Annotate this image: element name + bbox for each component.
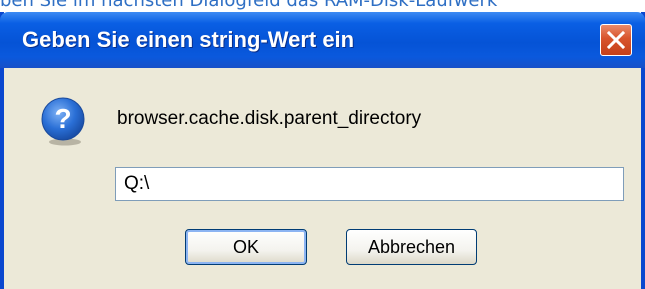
dialog-title: Geben Sie einen string-Wert ein (22, 27, 355, 52)
question-icon: ? (38, 95, 90, 147)
close-button[interactable] (600, 24, 632, 56)
title-bar[interactable]: Geben Sie einen string-Wert ein (0, 12, 645, 68)
dialog-body: ? browser.cache.disk.parent_directory Q:… (4, 68, 641, 289)
string-value-input[interactable]: Q:\ (115, 167, 624, 201)
ok-button[interactable]: OK (185, 229, 307, 265)
close-icon (607, 31, 625, 49)
background-page-text: ben Sie im nächsten Dialogfeld das RAM-D… (0, 0, 498, 11)
message-text: browser.cache.disk.parent_directory (117, 108, 422, 129)
svg-text:?: ? (54, 103, 71, 134)
string-value-dialog: Geben Sie einen string-Wert ein ? browse… (0, 12, 645, 289)
cancel-button[interactable]: Abbrechen (346, 229, 477, 265)
